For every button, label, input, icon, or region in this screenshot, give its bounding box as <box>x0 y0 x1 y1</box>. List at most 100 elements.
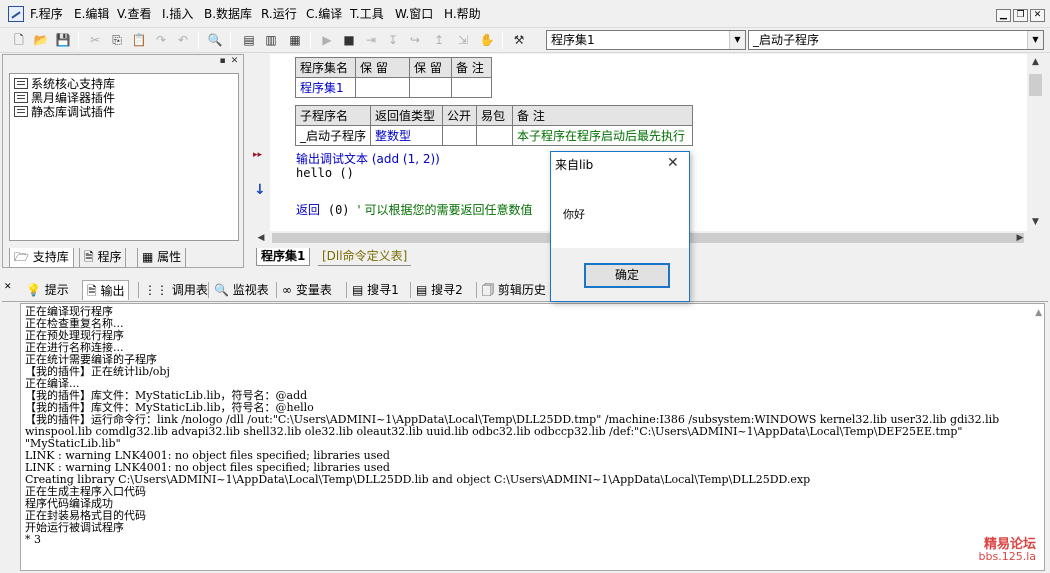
stop-icon[interactable]: ■ <box>340 31 358 49</box>
find-icon[interactable]: 🔍 <box>206 31 224 49</box>
scroll-up-icon[interactable]: ▲ <box>1035 308 1042 318</box>
sub-easy-pack-cell[interactable] <box>476 125 514 146</box>
step-out-icon[interactable]: ↥ <box>430 31 448 49</box>
open-folder-icon[interactable]: 📂 <box>32 31 50 49</box>
sub-remark-cell[interactable]: 本子程序在程序启动后最先执行 <box>512 125 694 146</box>
minimize-icon[interactable]: ▁ <box>996 9 1011 22</box>
tab-label: 支持库 <box>32 250 69 264</box>
lightbulb-icon: 💡 <box>26 283 45 297</box>
menu-edit[interactable]: E.编辑 <box>74 5 109 23</box>
code-argument: (0) <box>327 203 350 217</box>
module-name-cell[interactable]: 程序集1 <box>295 77 356 98</box>
copy-icon[interactable]: ⎘ <box>108 31 126 49</box>
tab-dll-commands[interactable]: [Dll命令定义表] <box>318 248 412 266</box>
menu-view[interactable]: V.查看 <box>117 5 151 23</box>
close-icon[interactable]: ✕ <box>1030 9 1045 22</box>
tab-label: 调用表 <box>171 283 208 297</box>
output-line: 正在封装易格式目的代码 <box>25 509 146 522</box>
code-line[interactable]: 返回 (0) ' 可以根据您的需要返回任意数值 <box>296 201 532 218</box>
ok-button[interactable]: 确定 <box>584 263 670 288</box>
menu-run[interactable]: R.运行 <box>261 5 297 23</box>
module-select[interactable]: 程序集1 ▼ <box>546 30 746 50</box>
restore-icon[interactable]: ❐ <box>1013 9 1028 22</box>
tree-item[interactable]: 黑月编译器插件 <box>14 91 115 105</box>
save-icon[interactable]: 💾 <box>54 31 72 49</box>
subroutine-select[interactable]: _启动子程序 ▼ <box>748 30 1044 50</box>
menu-help[interactable]: H.帮助 <box>444 5 481 23</box>
paste-icon[interactable]: 📋 <box>130 31 148 49</box>
scroll-right-icon[interactable]: ▶ <box>1013 230 1027 247</box>
app-icon[interactable] <box>8 6 24 22</box>
code-line[interactable]: 输出调试文本 (add (1, 2)) <box>296 150 440 167</box>
module-reserved-cell[interactable] <box>355 77 410 98</box>
scroll-down-icon[interactable]: ▼ <box>1027 214 1044 231</box>
menu-compile[interactable]: C.编译 <box>306 5 342 23</box>
tab-call-stack[interactable]: ⋮⋮ 调用表 <box>144 280 208 300</box>
menu-tools[interactable]: T.工具 <box>350 5 384 23</box>
module-remark-cell[interactable] <box>451 77 492 98</box>
scroll-thumb[interactable] <box>1029 74 1042 96</box>
code-keyword: 返回 <box>296 203 321 217</box>
tab-output[interactable]: 🗎 输出 <box>82 280 130 300</box>
run-to-cursor-icon[interactable]: ⇲ <box>454 31 472 49</box>
pin-icon[interactable]: ▪ <box>217 56 228 67</box>
scroll-up-icon[interactable]: ▲ <box>1027 54 1044 71</box>
tab-module-1[interactable]: 程序集1 <box>256 248 311 266</box>
tab-separator <box>208 282 209 298</box>
step-into-icon[interactable]: ↧ <box>384 31 402 49</box>
module-header-reserved: 保 留 <box>409 57 452 78</box>
output-log: 正在编译现行程序 正在检查重复名称... 正在预处理现行程序 正在进行名称连接... 正… <box>25 306 999 546</box>
menu-program[interactable]: F.程序 <box>30 5 63 23</box>
step-over-icon[interactable]: ↪ <box>406 31 424 49</box>
step-icon[interactable]: ⇥ <box>362 31 380 49</box>
chevron-down-icon[interactable]: ▼ <box>729 31 745 49</box>
tab-program[interactable]: 🗎 程序 <box>79 248 127 268</box>
tab-variables[interactable]: ∞ 变量表 <box>282 280 332 300</box>
sub-name-cell[interactable]: _启动子程序 <box>294 125 372 146</box>
debug-tools-icon[interactable]: ⚒ <box>510 31 528 49</box>
tab-search-2[interactable]: ▤ 搜寻2 <box>416 280 463 300</box>
module-reserved-cell[interactable] <box>409 77 452 98</box>
sub-return-type-cell[interactable]: 整数型 <box>370 125 444 146</box>
output-window[interactable]: 正在编译现行程序 正在检查重复名称... 正在预处理现行程序 正在进行名称连接... 正… <box>20 303 1045 571</box>
chevron-down-icon[interactable]: ▼ <box>1027 31 1043 49</box>
new-file-icon[interactable]: 🗋 <box>10 31 28 49</box>
tab-label: 搜寻2 <box>431 283 463 297</box>
tree-item-label: 系统核心支持库 <box>31 77 116 91</box>
output-line: 正在进行名称连接... <box>25 341 124 354</box>
layout-3-icon[interactable]: ▦ <box>286 31 304 49</box>
tab-search-1[interactable]: ▤ 搜寻1 <box>352 280 399 300</box>
close-icon[interactable]: ✕ <box>4 282 12 292</box>
tab-properties[interactable]: ▦ 属性 <box>137 248 187 268</box>
layout-2-icon[interactable]: ▥ <box>262 31 280 49</box>
menu-insert[interactable]: I.插入 <box>162 5 193 23</box>
undo-icon[interactable]: ↶ <box>174 31 192 49</box>
message-dialog: 来自lib ✕ 你好 确定 <box>550 151 690 302</box>
tree-item[interactable]: 静态库调试插件 <box>14 105 115 119</box>
tab-support-library[interactable]: 🗁 支持库 <box>9 248 74 268</box>
run-icon[interactable]: ▶ <box>318 31 336 49</box>
editor-tabs: 程序集1 [Dll命令定义表] <box>250 248 450 267</box>
tab-separator <box>476 282 477 298</box>
cut-icon[interactable]: ✂ <box>86 31 104 49</box>
vertical-scrollbar[interactable]: ▲ ▼ <box>1027 54 1044 231</box>
tab-hints[interactable]: 💡 提示 <box>26 280 69 300</box>
tree-item[interactable]: 系统核心支持库 <box>14 77 115 91</box>
menu-window[interactable]: W.窗口 <box>395 5 433 23</box>
output-line: Creating library C:\Users\ADMINI~1\AppDa… <box>25 473 811 486</box>
code-line[interactable]: hello () <box>296 166 354 180</box>
scroll-left-icon[interactable]: ◀ <box>254 230 268 247</box>
tab-watch[interactable]: 🔍 监视表 <box>214 280 269 300</box>
step-arrow-icon: ↓ <box>254 182 266 198</box>
close-icon[interactable]: ✕ <box>667 155 679 171</box>
layout-1-icon[interactable]: ▤ <box>240 31 258 49</box>
magnifier-icon: 🔍 <box>214 283 233 297</box>
tab-clip-history[interactable]: 🗍 剪辑历史 <box>482 280 546 300</box>
current-line-marker-icon: ▸▸ <box>253 150 263 160</box>
hand-icon[interactable]: ✋ <box>478 31 496 49</box>
tab-label: 提示 <box>44 283 69 297</box>
sub-public-cell[interactable] <box>442 125 478 146</box>
close-icon[interactable]: ✕ <box>229 56 240 67</box>
menu-database[interactable]: B.数据库 <box>204 5 252 23</box>
redo-icon[interactable]: ↷ <box>152 31 170 49</box>
